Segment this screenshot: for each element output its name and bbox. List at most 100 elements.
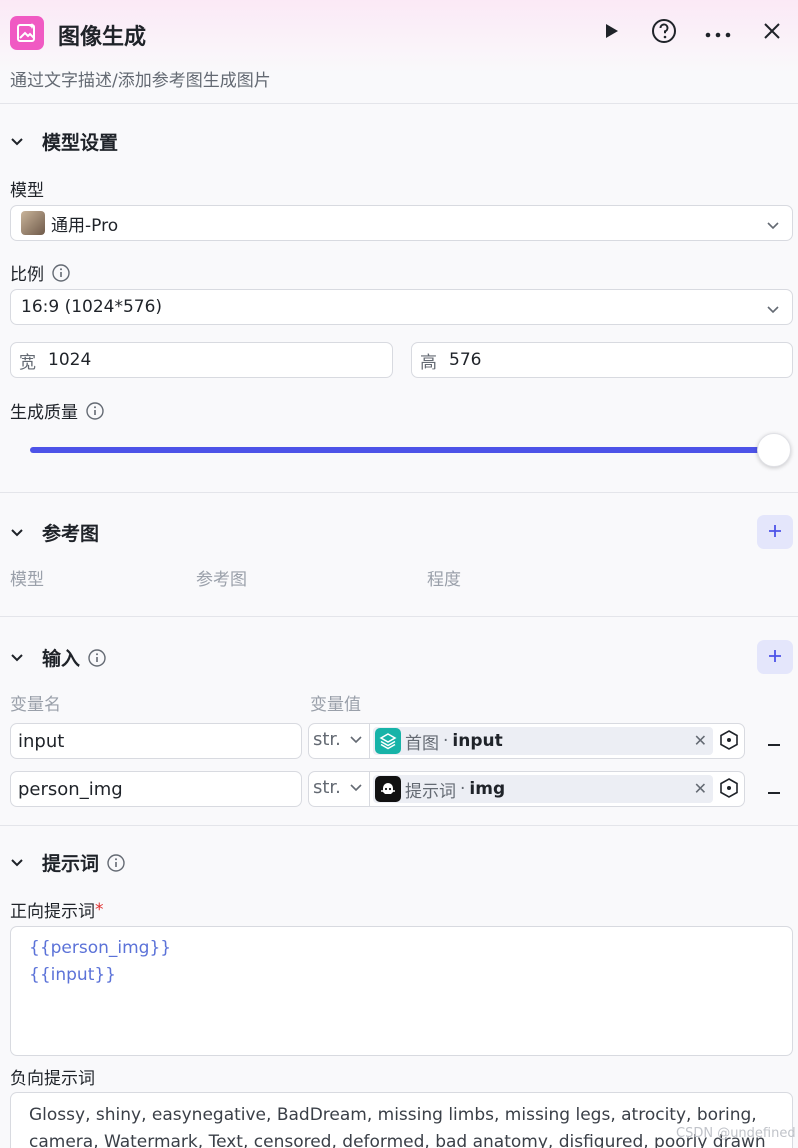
variable-value-field: str. 提示词 · img ✕: [308, 771, 745, 807]
reference-col-image: 参考图: [196, 570, 247, 590]
negative-prompt-text: Glossy, shiny, easynegative, BadDream, m…: [29, 1105, 766, 1148]
plus-icon: [768, 648, 782, 667]
section-reference[interactable]: 参考图: [10, 519, 99, 546]
bot-icon: [375, 776, 401, 802]
model-value: 通用-Pro: [51, 215, 119, 236]
section-inputs[interactable]: 输入: [10, 644, 106, 671]
info-icon[interactable]: [52, 263, 70, 282]
width-prefix: 宽: [19, 352, 36, 373]
layers-icon: [375, 728, 401, 754]
info-icon[interactable]: [88, 648, 106, 667]
inputs-col-name: 变量名: [10, 695, 61, 715]
node-header: 图像生成 通过文字描述/添加参考图生成图片: [0, 0, 798, 104]
section-title-text: 参考图: [42, 523, 100, 545]
type-select[interactable]: str.: [313, 777, 363, 798]
reference-col-model: 模型: [10, 570, 44, 590]
reference-variable: input: [452, 731, 503, 751]
remove-input-button[interactable]: [764, 731, 784, 751]
quality-label-row: 生成质量: [10, 398, 104, 423]
section-title-text: 输入: [42, 648, 81, 670]
ratio-value: 16:9 (1024*576): [21, 297, 163, 317]
add-reference-button[interactable]: [757, 515, 793, 549]
reference-tag[interactable]: 提示词 · img ✕: [373, 775, 713, 803]
divider: [0, 616, 798, 617]
height-field[interactable]: 高 576: [411, 342, 793, 378]
inputs-col-value: 变量值: [310, 695, 361, 715]
height-value: 576: [449, 350, 482, 370]
more-button[interactable]: [703, 18, 733, 48]
chevron-down-icon: [10, 858, 30, 868]
chevron-down-icon: [10, 137, 30, 147]
info-icon[interactable]: [86, 401, 104, 420]
section-model-settings[interactable]: 模型设置: [10, 128, 118, 155]
close-button[interactable]: [757, 18, 787, 48]
model-label: 模型: [10, 181, 44, 201]
model-avatar: [21, 211, 45, 235]
chevron-down-icon: [10, 528, 30, 538]
section-title-text: 模型设置: [42, 132, 119, 154]
ratio-select[interactable]: 16:9 (1024*576): [10, 289, 793, 325]
plus-icon: [768, 523, 782, 542]
model-select[interactable]: 通用-Pro: [10, 205, 793, 241]
quality-slider-thumb[interactable]: [757, 433, 791, 467]
positive-prompt-textarea[interactable]: {{person_img}} {{input}}: [10, 926, 793, 1056]
chevron-down-icon: [10, 653, 30, 663]
height-prefix: 高: [420, 352, 437, 373]
prompt-line: {{input}}: [29, 965, 116, 985]
clear-icon[interactable]: ✕: [694, 731, 707, 750]
variable-name-value: input: [18, 730, 65, 752]
node-title: 图像生成: [58, 25, 147, 50]
reference-separator: ·: [443, 731, 449, 751]
add-input-button[interactable]: [757, 640, 793, 674]
type-divider: [369, 724, 370, 758]
help-button[interactable]: [649, 18, 679, 48]
variable-select-icon[interactable]: [718, 777, 740, 803]
width-value: 1024: [48, 350, 92, 370]
ratio-label-row: 比例: [10, 260, 70, 285]
prompt-line: {{person_img}}: [29, 938, 172, 958]
clear-icon[interactable]: ✕: [694, 779, 707, 798]
image-generate-icon: [10, 16, 44, 50]
node-subtitle: 通过文字描述/添加参考图生成图片: [10, 71, 271, 91]
ratio-label: 比例: [10, 265, 44, 285]
variable-select-icon[interactable]: [718, 729, 740, 755]
section-prompt[interactable]: 提示词: [10, 849, 125, 876]
info-icon[interactable]: [107, 853, 125, 872]
negative-prompt-label: 负向提示词: [10, 1069, 95, 1089]
reference-col-degree: 程度: [427, 570, 461, 590]
variable-name-input[interactable]: input: [10, 723, 302, 759]
reference-node: 首图: [405, 733, 439, 754]
minus-icon: [767, 780, 781, 799]
positive-prompt-label-row: 正向提示词 *: [10, 897, 104, 923]
type-select[interactable]: str.: [313, 729, 363, 750]
variable-name-value: person_img: [18, 778, 123, 800]
quality-label: 生成质量: [10, 403, 78, 423]
chevron-down-icon: [349, 735, 363, 745]
reference-node: 提示词: [405, 781, 456, 802]
chevron-down-icon: [349, 783, 363, 793]
run-icon: [602, 22, 620, 44]
type-divider: [369, 772, 370, 806]
positive-prompt-label: 正向提示词: [10, 902, 95, 922]
divider: [0, 825, 798, 826]
divider: [0, 492, 798, 493]
more-icon: [705, 24, 731, 43]
chevron-down-icon: [766, 216, 780, 236]
reference-variable: img: [469, 779, 506, 799]
variable-value-field: str. 首图 · input ✕: [308, 723, 745, 759]
required-mark: *: [95, 899, 104, 920]
width-field[interactable]: 宽 1024: [10, 342, 393, 378]
reference-tag[interactable]: 首图 · input ✕: [373, 727, 713, 755]
variable-name-input[interactable]: person_img: [10, 771, 302, 807]
section-title-text: 提示词: [42, 853, 100, 875]
type-value: str.: [313, 729, 341, 750]
close-icon: [763, 22, 781, 44]
minus-icon: [767, 732, 781, 751]
chevron-down-icon: [766, 300, 780, 320]
reference-separator: ·: [460, 779, 466, 799]
watermark: CSDN @undefined: [676, 1126, 796, 1141]
run-button[interactable]: [596, 18, 626, 48]
quality-slider-track[interactable]: [30, 447, 775, 453]
type-value: str.: [313, 777, 341, 798]
remove-input-button[interactable]: [764, 779, 784, 799]
